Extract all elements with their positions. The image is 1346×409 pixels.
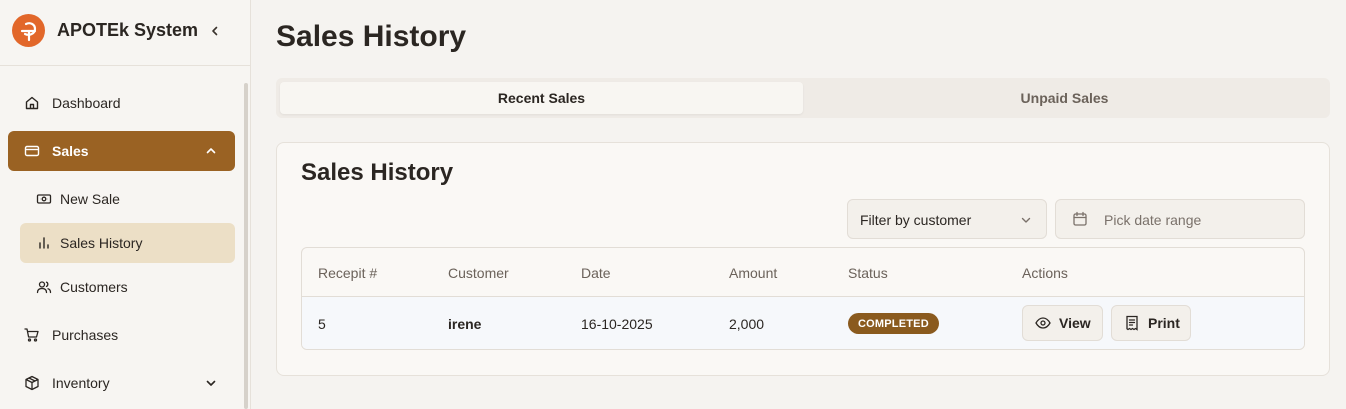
sidebar-item-label: Dashboard: [52, 95, 121, 111]
main-content: Sales History Recent Sales Unpaid Sales …: [252, 0, 1346, 409]
customer-filter-select[interactable]: Filter by customer: [847, 199, 1047, 239]
column-header-status: Status: [848, 265, 888, 281]
receipt-icon: [1124, 315, 1140, 331]
app-logo-icon: [12, 14, 45, 47]
chevron-down-icon: [1020, 213, 1032, 229]
customer-name: irene: [448, 316, 482, 332]
table-header: Recepit # Customer Date Amount Status Ac…: [302, 248, 1304, 297]
collapse-sidebar-button[interactable]: [206, 22, 224, 40]
chevron-up-icon: [203, 143, 219, 159]
sidebar-item-sales[interactable]: Sales: [8, 131, 235, 171]
column-header-actions: Actions: [1022, 265, 1068, 281]
chevron-left-icon: [212, 26, 218, 36]
sidebar-scrollbar[interactable]: [244, 83, 248, 409]
cart-icon: [24, 327, 40, 343]
sale-date: 16-10-2025: [581, 316, 653, 332]
calendar-icon: [1072, 211, 1088, 230]
eye-icon: [1035, 315, 1051, 331]
sidebar-item-label: Inventory: [52, 375, 110, 391]
brand-header: APOTEk System: [0, 0, 251, 66]
sidebar-item-new-sale[interactable]: New Sale: [20, 179, 235, 219]
sidebar-item-label: Sales History: [60, 235, 143, 251]
banknote-icon: [36, 191, 52, 207]
sidebar-item-customers[interactable]: Customers: [20, 267, 235, 307]
sidebar-item-dashboard[interactable]: Dashboard: [8, 83, 235, 123]
sidebar-item-sales-history[interactable]: Sales History: [20, 223, 235, 263]
chevron-down-icon: [203, 375, 219, 391]
tab-recent-sales[interactable]: Recent Sales: [280, 82, 803, 114]
sales-table: Recepit # Customer Date Amount Status Ac…: [301, 247, 1305, 350]
package-icon: [24, 375, 40, 391]
app-title: APOTEk System: [57, 20, 199, 40]
sidebar: APOTEk System Dashboard Sales New Sale S…: [0, 0, 251, 409]
tabs-list: Recent Sales Unpaid Sales: [276, 78, 1330, 118]
sidebar-item-label: Sales: [52, 143, 89, 159]
page-title: Sales History: [276, 20, 467, 53]
receipt-number: 5: [318, 316, 326, 332]
users-icon: [36, 279, 52, 295]
status-badge: COMPLETED: [848, 313, 939, 334]
column-header-amount: Amount: [729, 265, 778, 281]
sidebar-item-label: Customers: [60, 279, 128, 295]
bar-chart-icon: [36, 235, 52, 251]
column-header-receipt: Recepit #: [318, 265, 378, 281]
sidebar-item-label: Purchases: [52, 327, 119, 343]
sidebar-item-label: New Sale: [60, 191, 120, 207]
sidebar-item-inventory[interactable]: Inventory: [8, 363, 235, 403]
print-button[interactable]: Print: [1111, 305, 1191, 341]
sale-amount: 2,000: [729, 316, 765, 332]
table-row[interactable]: 5 irene 16-10-2025 2,000 COMPLETED View …: [302, 297, 1304, 349]
view-button[interactable]: View: [1022, 305, 1103, 341]
column-header-customer: Customer: [448, 265, 509, 281]
sidebar-item-purchases[interactable]: Purchases: [8, 315, 235, 355]
customer-filter-label: Filter by customer: [860, 212, 972, 228]
view-button-label: View: [1059, 315, 1091, 331]
card-title: Sales History: [301, 159, 454, 186]
print-button-label: Print: [1148, 315, 1180, 331]
tab-unpaid-sales[interactable]: Unpaid Sales: [803, 82, 1326, 114]
credit-card-icon: [24, 143, 40, 159]
home-icon: [24, 95, 40, 111]
column-header-date: Date: [581, 265, 611, 281]
date-range-placeholder: Pick date range: [1104, 212, 1202, 228]
date-range-picker[interactable]: Pick date range: [1055, 199, 1305, 239]
sales-history-card: Sales History Filter by customer Pick da…: [276, 142, 1330, 376]
